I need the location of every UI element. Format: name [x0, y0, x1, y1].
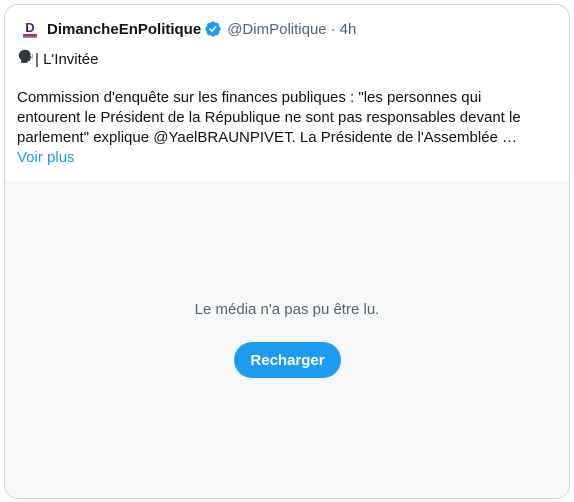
tweet-card[interactable]: D DimancheEnPolitique @DimPolitique · 4h… [4, 4, 570, 499]
verified-badge-icon [204, 20, 222, 38]
media-error-message: Le média n'a pas pu être lu. [194, 301, 380, 318]
separator-dot: · [330, 20, 336, 38]
show-more-link[interactable]: Voir plus [17, 149, 75, 166]
speaking-head-icon [17, 48, 35, 70]
tweet-time[interactable]: 4h [340, 21, 357, 38]
svg-text:D: D [25, 20, 34, 35]
show-name: | L'Invitée [35, 50, 99, 68]
tweet-header: D DimancheEnPolitique @DimPolitique · 4h [20, 18, 356, 40]
media-placeholder: Le média n'a pas pu être lu. Recharger [5, 181, 569, 498]
tweet-text: Commission d'enquête sur les finances pu… [17, 89, 521, 146]
author-name[interactable]: DimancheEnPolitique [47, 21, 201, 38]
show-line: | L'Invitée [17, 48, 98, 70]
avatar[interactable]: D [20, 19, 40, 39]
reload-button[interactable]: Recharger [234, 342, 341, 378]
avatar-logo-icon: D [20, 19, 40, 39]
author-handle[interactable]: @DimPolitique [227, 21, 326, 38]
